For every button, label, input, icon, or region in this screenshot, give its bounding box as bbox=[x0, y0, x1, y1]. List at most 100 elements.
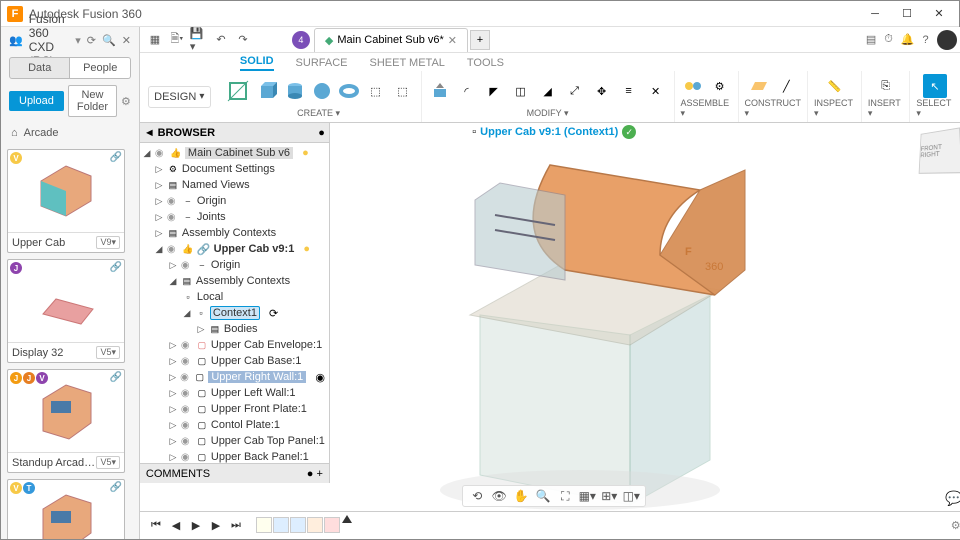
fit-icon[interactable]: ⛶ bbox=[557, 488, 573, 504]
undo-icon[interactable]: ↶ bbox=[212, 31, 230, 49]
tab-data[interactable]: Data bbox=[9, 57, 70, 79]
new-tab-button[interactable]: + bbox=[470, 30, 490, 50]
thumb-main-cabinet[interactable]: VT🔗 Main Cabinet SubV6▾ bbox=[7, 479, 125, 539]
timeline-feature[interactable] bbox=[324, 517, 340, 533]
grid-settings-icon[interactable]: ⊞▾ bbox=[601, 488, 617, 504]
torus-icon[interactable] bbox=[337, 79, 361, 103]
asbuilt-icon[interactable]: ⚙ bbox=[708, 74, 732, 98]
tab-people[interactable]: People bbox=[70, 57, 130, 79]
help-icon[interactable]: ? bbox=[923, 34, 929, 46]
delete-icon[interactable]: ✕ bbox=[644, 79, 668, 103]
timeline-feature[interactable] bbox=[307, 517, 323, 533]
save-icon[interactable]: 💾▾ bbox=[190, 31, 208, 49]
link-icon: 🔗 bbox=[110, 372, 122, 383]
axis-icon[interactable]: ╱ bbox=[774, 74, 798, 98]
comments-opt-icon[interactable]: ● bbox=[307, 468, 314, 480]
edit-context-banner: ▫Upper Cab v9:1 (Context1) ✓ bbox=[472, 125, 636, 139]
link-icon: 🔗 bbox=[197, 243, 211, 256]
draft-icon[interactable]: ◢ bbox=[536, 79, 560, 103]
pipe-icon[interactable]: ⬚ bbox=[391, 79, 415, 103]
ribbon-tab-sheetmetal[interactable]: SHEET METAL bbox=[370, 55, 445, 71]
fillet-icon[interactable]: ◜ bbox=[455, 79, 479, 103]
sphere-icon[interactable] bbox=[310, 79, 334, 103]
chamfer-icon[interactable]: ◤ bbox=[482, 79, 506, 103]
notifications-icon[interactable]: 🔔 bbox=[901, 33, 915, 46]
sketch-icon[interactable] bbox=[223, 76, 253, 106]
project-dropdown-icon[interactable]: ▾ bbox=[75, 34, 81, 47]
window-maximize[interactable]: ☐ bbox=[893, 4, 921, 24]
timeline-end-icon[interactable]: ⏭ bbox=[228, 518, 244, 534]
refresh-icon[interactable]: ⟳ bbox=[87, 34, 96, 47]
orbit-icon[interactable]: ⟲ bbox=[469, 488, 485, 504]
viewcube[interactable]: FRONT RIGHT bbox=[918, 127, 960, 173]
coil-icon[interactable]: ⬚ bbox=[364, 79, 388, 103]
insert-icon[interactable]: ⎘ bbox=[874, 74, 898, 98]
zoom-icon[interactable]: 🔍 bbox=[535, 488, 551, 504]
visibility-icon[interactable]: ◉ bbox=[155, 148, 167, 159]
move-icon[interactable]: ✥ bbox=[590, 79, 614, 103]
cylinder-icon[interactable] bbox=[283, 79, 307, 103]
thumb-standup[interactable]: JJV🔗 Standup Arcade ...V5▾ bbox=[7, 369, 125, 473]
breadcrumb[interactable]: Arcade bbox=[24, 127, 59, 139]
sync-icon[interactable]: ⟳ bbox=[269, 307, 278, 320]
timeline: ⏮ ◀ ▶ ▶ ⏭ ⚙ bbox=[140, 511, 960, 539]
presspull-icon[interactable] bbox=[428, 79, 452, 103]
3d-model[interactable]: F 360 bbox=[350, 135, 810, 515]
chat-icon[interactable]: 💬 bbox=[945, 490, 960, 507]
link-icon: 🔗 bbox=[110, 262, 122, 273]
timeline-settings-icon[interactable]: ⚙ bbox=[951, 519, 960, 532]
viewport-icon[interactable]: ◫▾ bbox=[623, 488, 639, 504]
align-icon[interactable]: ≡ bbox=[617, 79, 641, 103]
panel-settings-icon[interactable]: ⚙ bbox=[121, 95, 131, 108]
ribbon-tab-surface[interactable]: SURFACE bbox=[296, 55, 348, 71]
timeline-feature[interactable] bbox=[290, 517, 306, 533]
scale-icon[interactable]: ⤢ bbox=[563, 79, 587, 103]
search-icon[interactable]: 🔍 bbox=[102, 34, 116, 47]
pan-icon[interactable]: ✋ bbox=[513, 488, 529, 504]
measure-icon[interactable]: 📏 bbox=[822, 74, 846, 98]
document-tab[interactable]: ◆ Main Cabinet Sub v6* ✕ bbox=[314, 28, 468, 52]
new-folder-button[interactable]: New Folder bbox=[68, 85, 117, 117]
timeline-play-icon[interactable]: ▶ bbox=[188, 518, 204, 534]
box-icon[interactable] bbox=[256, 79, 280, 103]
team-icon[interactable]: 👥 bbox=[9, 34, 23, 47]
timeline-start-icon[interactable]: ⏮ bbox=[148, 518, 164, 534]
plane-icon[interactable] bbox=[747, 74, 771, 98]
timeline-fwd-icon[interactable]: ▶ bbox=[208, 518, 224, 534]
lookat-icon[interactable]: 👁 bbox=[491, 488, 507, 504]
home-icon[interactable]: ⌂ bbox=[11, 127, 18, 139]
select-icon[interactable]: ↖ bbox=[923, 74, 947, 98]
comments-add-icon[interactable]: + bbox=[313, 468, 322, 480]
window-minimize[interactable]: ─ bbox=[861, 4, 889, 24]
user-avatar[interactable] bbox=[937, 30, 957, 50]
workspace-dropdown[interactable]: DESIGN ▾ bbox=[148, 86, 211, 108]
thumb-upper-cab[interactable]: V🔗 Upper CabV9▾ bbox=[7, 149, 125, 253]
radio-icon[interactable]: ◉ bbox=[315, 371, 325, 384]
file-icon[interactable]: 🗎▾ bbox=[168, 31, 186, 49]
browser-collapse-icon[interactable]: ◄ bbox=[144, 127, 155, 139]
data-panel: 👥 Fusion 360 CXD (RC) ▾ ⟳ 🔍 ✕ Data Peopl… bbox=[1, 27, 140, 539]
shell-icon[interactable]: ◫ bbox=[509, 79, 533, 103]
display-icon[interactable]: ▦▾ bbox=[579, 488, 595, 504]
tab-close-icon[interactable]: ✕ bbox=[448, 34, 457, 47]
browser-opt-icon[interactable]: ● bbox=[318, 127, 325, 139]
thumbnail-grid: V🔗 Upper CabV9▾ J🔗 Display 32V5▾ JJV🔗 St… bbox=[1, 143, 139, 539]
panel-close-icon[interactable]: ✕ bbox=[122, 34, 131, 47]
timeline-feature[interactable] bbox=[273, 517, 289, 533]
ribbon-tab-solid[interactable]: SOLID bbox=[240, 53, 274, 71]
upload-button[interactable]: Upload bbox=[9, 91, 64, 111]
extensions-icon[interactable]: ▤ bbox=[866, 33, 876, 46]
job-status-icon[interactable]: ⏱ bbox=[884, 33, 893, 46]
window-close[interactable]: ✕ bbox=[925, 4, 953, 24]
expand-icon[interactable]: ◢ bbox=[142, 148, 152, 159]
timeline-feature[interactable] bbox=[256, 517, 272, 533]
ribbon-tab-tools[interactable]: TOOLS bbox=[467, 55, 504, 71]
timeline-back-icon[interactable]: ◀ bbox=[168, 518, 184, 534]
thumb-display32[interactable]: J🔗 Display 32V5▾ bbox=[7, 259, 125, 363]
browser-panel: ◄ BROWSER● ◢◉👍Main Cabinet Sub v6 ● ▷⚙Do… bbox=[140, 123, 330, 483]
redo-icon[interactable]: ↷ bbox=[234, 31, 252, 49]
joint-icon[interactable] bbox=[681, 74, 705, 98]
timeline-marker[interactable] bbox=[342, 515, 352, 523]
finish-edit-icon[interactable]: ✓ bbox=[622, 125, 636, 139]
grid-icon[interactable]: ▦ bbox=[146, 31, 164, 49]
